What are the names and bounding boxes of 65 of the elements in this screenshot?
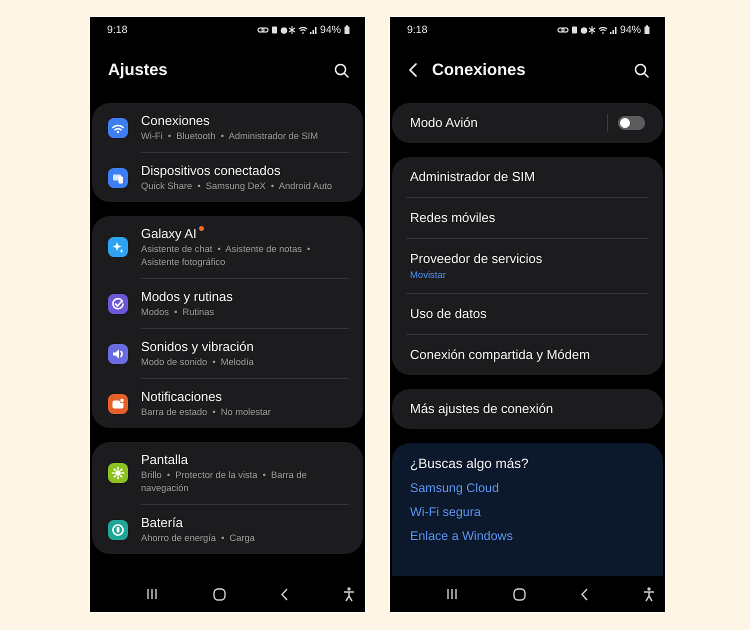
item-subtitle: Brillo • Protector de la vista • Barra de navegación xyxy=(141,469,308,495)
settings-item[interactable]: Batería Ahorro de energía • Carga xyxy=(92,505,363,554)
suggestions-heading: ¿Buscas algo más? xyxy=(410,455,530,473)
item-title: Dispositivos conectados xyxy=(141,162,280,179)
battery-icon xyxy=(644,25,650,35)
item-title: Proveedor de servicios xyxy=(410,250,544,268)
suggestion-link[interactable]: Samsung Cloud xyxy=(410,476,645,500)
item-title: Modo Avión xyxy=(410,114,479,132)
settings-item[interactable]: Modo Avión xyxy=(392,103,663,143)
settings-item[interactable]: Conexiones Wi-Fi • Bluetooth • Administrador de SIM xyxy=(92,103,363,152)
screen-title: Conexiones xyxy=(432,60,527,80)
item-title: Notificaciones xyxy=(141,388,222,405)
item-title: Pantalla xyxy=(141,451,188,468)
item-title: Galaxy AI xyxy=(141,225,197,242)
settings-item[interactable]: Conexión compartida y Módem xyxy=(392,335,663,375)
suggestion-link[interactable]: Wi-Fi segura xyxy=(410,500,645,524)
back-nav-icon[interactable] xyxy=(281,588,288,600)
accessibility-icon[interactable] xyxy=(643,586,655,602)
item-subtitle: Asistente de chat • Asistente de notas • Asistente fotográfico xyxy=(141,243,312,269)
settings-item[interactable]: Uso de datos xyxy=(392,294,663,334)
search-icon[interactable] xyxy=(334,62,349,78)
settings-item[interactable]: Dispositivos conectados Quick Share • Samsung DeX • Android Auto xyxy=(92,153,363,202)
item-subtitle: Wi-Fi • Bluetooth • Administrador de SIM xyxy=(141,130,320,143)
settings-item[interactable]: Sonidos y vibración Modo de sonido • Melodía xyxy=(92,329,363,378)
settings-item[interactable]: Redes móviles xyxy=(392,198,663,238)
recent-apps-icon[interactable] xyxy=(446,588,458,600)
back-icon[interactable] xyxy=(408,62,418,78)
item-subtitle: Modo de sonido • Melodía xyxy=(141,356,255,369)
item-subtitle: Modos • Rutinas xyxy=(141,306,216,319)
settings-item[interactable]: Proveedor de servicios Movistar xyxy=(392,239,663,293)
accessibility-icon[interactable] xyxy=(343,586,355,602)
item-title: Batería xyxy=(141,514,183,531)
item-subtitle: Quick Share • Samsung DeX • Android Auto xyxy=(141,180,333,193)
home-icon[interactable] xyxy=(213,588,226,600)
status-time: 9:18 xyxy=(107,24,128,36)
item-title: Administrador de SIM xyxy=(410,168,536,186)
status-time: 9:18 xyxy=(407,24,428,36)
suggestion-link[interactable]: Enlace a Windows xyxy=(410,524,645,548)
item-title: Redes móviles xyxy=(410,209,496,227)
status-icons-drawing xyxy=(556,25,617,35)
settings-item[interactable]: Más ajustes de conexión xyxy=(392,389,663,429)
search-icon[interactable] xyxy=(634,62,649,78)
home-icon[interactable] xyxy=(513,588,526,600)
battery-percent: 94% xyxy=(620,24,641,36)
item-title: Modos y rutinas xyxy=(141,288,233,305)
recent-apps-icon[interactable] xyxy=(146,588,158,600)
item-title: Conexión compartida y Módem xyxy=(410,346,591,364)
item-title: Conexiones xyxy=(141,112,210,129)
item-subtitle: Barra de estado • No molestar xyxy=(141,406,272,419)
settings-item[interactable]: Galaxy AI Asistente de chat • Asistente de notas • Asistente fotográfico xyxy=(92,216,363,278)
screen-title: Ajustes xyxy=(108,60,169,80)
battery-percent: 94% xyxy=(320,24,341,36)
settings-item[interactable]: Administrador de SIM xyxy=(392,157,663,197)
item-title: Uso de datos xyxy=(410,305,488,323)
item-subtitle: Ahorro de energía • Carga xyxy=(141,532,256,545)
item-subtitle: Movistar xyxy=(410,270,447,282)
settings-item[interactable]: Pantalla Brillo • Protector de la vista • Barra de navegación xyxy=(92,442,363,504)
status-icons-drawing xyxy=(256,25,317,35)
settings-item[interactable]: Notificaciones Barra de estado • No molestar xyxy=(92,379,363,428)
item-title: Sonidos y vibración xyxy=(141,338,254,355)
back-nav-icon[interactable] xyxy=(581,588,588,600)
item-title: Más ajustes de conexión xyxy=(410,400,554,418)
toggle-switch[interactable] xyxy=(618,116,645,130)
settings-item[interactable]: Modos y rutinas Modos • Rutinas xyxy=(92,279,363,328)
battery-icon xyxy=(344,25,350,35)
